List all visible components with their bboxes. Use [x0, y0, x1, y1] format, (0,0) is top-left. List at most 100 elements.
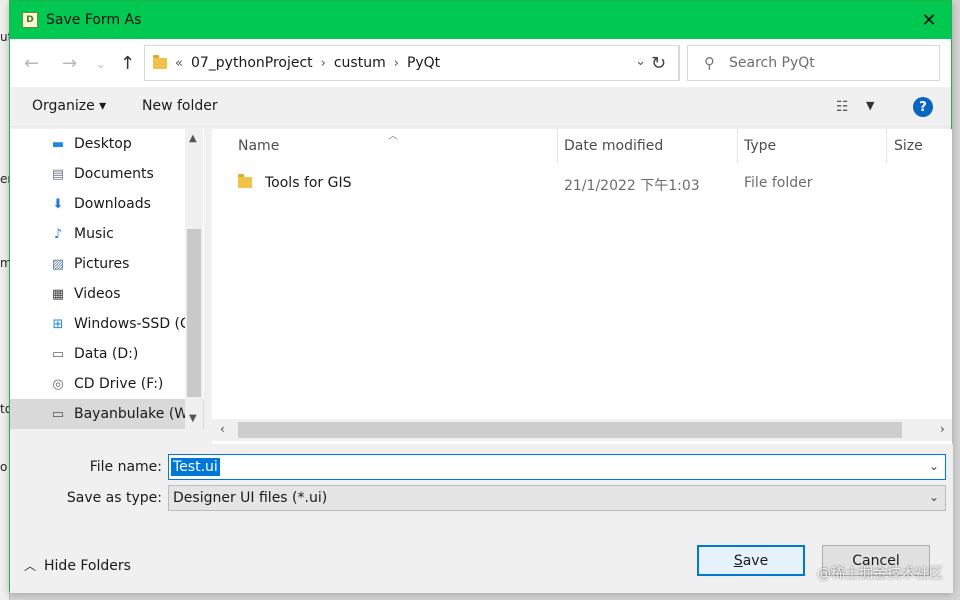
back-arrow-icon[interactable]: ← — [24, 53, 39, 74]
hide-folders-label: Hide Folders — [44, 557, 131, 574]
nav-item-label: Desktop — [74, 136, 132, 152]
documents-icon: ▤ — [51, 166, 65, 182]
save-form: File name: Test.ui ⌄ Save as type: Desig… — [10, 444, 953, 593]
file-name-input[interactable]: Test.ui ⌄ — [168, 454, 946, 480]
chevron-right-icon[interactable]: › — [321, 56, 326, 71]
folder-icon — [153, 54, 167, 69]
hide-folders-toggle[interactable]: ︿ Hide Folders — [24, 557, 131, 574]
file-name-value: Test.ui — [171, 458, 220, 476]
command-bar: Organize ▾ New folder ☷ ▼ ? — [10, 87, 951, 127]
save-type-value: Designer UI files (*.ui) — [173, 490, 328, 506]
nav-item[interactable]: ▬ Desktop — [10, 129, 204, 159]
window-title: Save Form As — [46, 12, 142, 28]
chevron-up-icon: ︿ — [24, 559, 37, 573]
refresh-button[interactable]: ↻ — [638, 45, 680, 81]
refresh-icon: ↻ — [650, 52, 667, 74]
nav-item[interactable]: ▦ Videos — [10, 279, 204, 309]
scroll-thumb[interactable] — [238, 422, 902, 438]
view-options-icon[interactable]: ☷ — [836, 99, 849, 115]
close-icon: ✕ — [921, 9, 937, 31]
save-dialog: D Save Form As ✕ ← → ⌄ ↑ « 07_pythonProj… — [9, 0, 953, 593]
column-header-name[interactable]: Name — [238, 129, 279, 163]
nav-item-label: Music — [74, 226, 114, 242]
file-name: Tools for GIS — [265, 175, 352, 191]
column-header-date[interactable]: Date modified — [564, 129, 663, 163]
sort-up-icon: ︿ — [388, 131, 398, 142]
save-button-label: Save — [733, 552, 769, 569]
overflow-chevron[interactable]: « — [175, 56, 183, 71]
column-divider[interactable] — [557, 129, 558, 163]
nav-item-label: Data (D:) — [74, 346, 139, 362]
drive-icon: ▭ — [51, 346, 65, 362]
nav-item-label: Videos — [74, 286, 121, 302]
view-dropdown-icon[interactable]: ▼ — [866, 99, 874, 112]
close-button[interactable]: ✕ — [907, 1, 951, 39]
videos-icon: ▦ — [51, 286, 65, 302]
network-drive-icon: ▭ — [51, 406, 65, 422]
breadcrumb-item[interactable]: 07_pythonProject — [191, 55, 313, 71]
search-placeholder: Search PyQt — [729, 55, 815, 71]
address-box[interactable]: « 07_pythonProject › custum › PyQt ⌄ — [144, 45, 679, 81]
scroll-left-icon[interactable]: ‹ — [220, 422, 225, 436]
breadcrumb-item[interactable]: custum — [334, 55, 386, 71]
nav-list: ▬ Desktop ▤ Documents ⬇ Downloads ♪ Music ▨ Pictu… — [10, 129, 204, 429]
background-fragment: o — [0, 460, 8, 474]
nav-item[interactable]: ♪ Music — [10, 219, 204, 249]
chevron-down-icon[interactable]: ⌄ — [929, 459, 939, 473]
nav-item-label: Pictures — [74, 256, 130, 272]
cd-drive-icon: ◎ — [52, 376, 64, 392]
up-arrow-icon[interactable]: ↑ — [120, 53, 135, 74]
save-button[interactable]: Save — [697, 545, 805, 576]
scroll-down-icon[interactable]: ▼ — [189, 413, 197, 424]
recent-locations-icon[interactable]: ⌄ — [96, 57, 106, 71]
address-bar-row: ← → ⌄ ↑ « 07_pythonProject › custum › Py… — [10, 39, 951, 87]
organize-menu[interactable]: Organize ▾ — [32, 98, 106, 114]
music-icon: ♪ — [53, 226, 63, 242]
nav-scrollbar[interactable]: ▲ ▼ — [185, 129, 203, 429]
nav-item-label: Bayanbulake (W: — [74, 406, 193, 422]
pane-divider[interactable] — [204, 129, 212, 444]
save-type-label: Save as type: — [66, 490, 162, 506]
nav-item[interactable]: ▨ Pictures — [10, 249, 204, 279]
nav-item[interactable]: ⬇ Downloads — [10, 189, 204, 219]
nav-item[interactable]: ▤ Documents — [10, 159, 204, 189]
horizontal-scrollbar[interactable]: ‹ › — [212, 419, 952, 441]
search-box[interactable]: ⚲ Search PyQt — [687, 45, 940, 81]
save-type-select[interactable]: Designer UI files (*.ui) ⌄ — [168, 485, 946, 511]
search-icon: ⚲ — [704, 54, 715, 72]
nav-item-label: CD Drive (F:) — [74, 376, 164, 392]
scroll-thumb[interactable] — [187, 229, 201, 397]
scroll-right-icon[interactable]: › — [940, 422, 945, 436]
navigation-pane: ▬ Desktop ▤ Documents ⬇ Downloads ♪ Music ▨ Pictu… — [10, 129, 204, 429]
column-header-size[interactable]: Size — [894, 129, 923, 163]
nav-item-label: Documents — [74, 166, 154, 182]
desktop-icon: ▬ — [51, 136, 65, 152]
nav-item[interactable]: ▭ Data (D:) — [10, 339, 204, 369]
column-divider[interactable] — [737, 129, 738, 163]
breadcrumb-item[interactable]: PyQt — [407, 55, 440, 71]
column-divider[interactable] — [886, 129, 887, 163]
nav-item[interactable]: ▭ Bayanbulake (W: — [10, 399, 204, 429]
chevron-right-icon[interactable]: › — [394, 56, 399, 71]
scroll-up-icon[interactable]: ▲ — [189, 133, 197, 144]
app-icon: D — [22, 12, 38, 28]
forward-arrow-icon[interactable]: → — [62, 53, 77, 74]
nav-item-label: Downloads — [74, 196, 151, 212]
file-row[interactable]: Tools for GIS 21/1/2022 下午1:03 File fold… — [212, 169, 952, 197]
help-icon[interactable]: ? — [913, 97, 933, 117]
nav-item[interactable]: ◎ CD Drive (F:) — [10, 369, 204, 399]
file-date: 21/1/2022 下午1:03 — [564, 178, 700, 194]
file-list-pane: ︿ Name Date modified Type Size Tools for… — [212, 129, 952, 444]
file-name-label: File name: — [89, 459, 162, 475]
watermark: @稀土掘金技术社区 — [817, 566, 943, 582]
pictures-icon: ▨ — [51, 256, 65, 272]
column-header-type[interactable]: Type — [744, 129, 776, 163]
windows-drive-icon: ⊞ — [52, 316, 64, 332]
folder-icon — [238, 174, 252, 188]
new-folder-button[interactable]: New folder — [142, 98, 218, 114]
nav-item[interactable]: ⊞ Windows-SSD (C — [10, 309, 204, 339]
nav-item-label: Windows-SSD (C — [74, 316, 190, 332]
downloads-icon: ⬇ — [52, 196, 64, 212]
title-bar[interactable]: D Save Form As ✕ — [10, 1, 951, 39]
chevron-down-icon[interactable]: ⌄ — [929, 490, 939, 504]
